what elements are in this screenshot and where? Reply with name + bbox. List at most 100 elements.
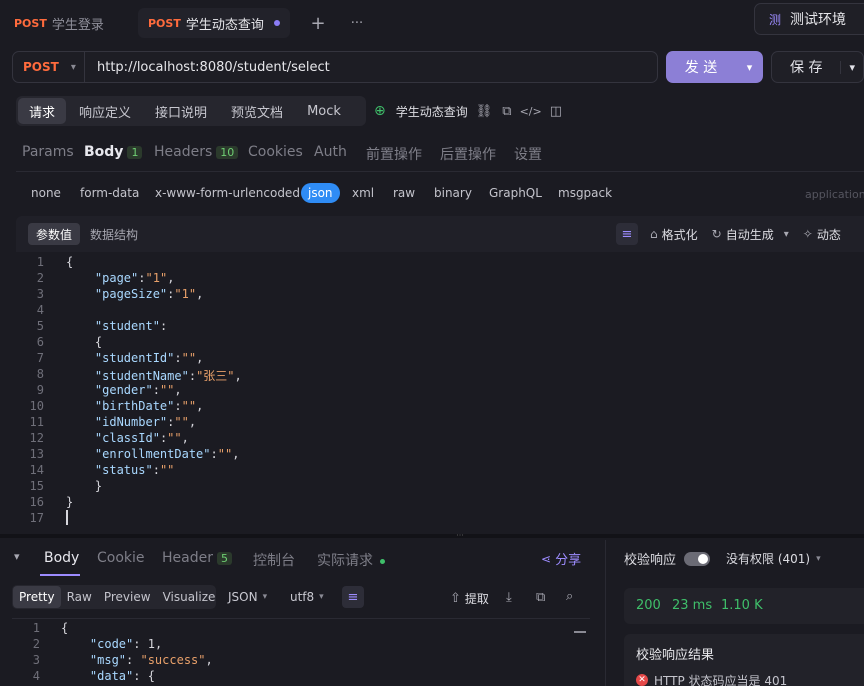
method-label: POST	[23, 60, 59, 74]
copy-icon[interactable]: ⧉	[502, 104, 511, 119]
tab-body-label: Body	[84, 144, 124, 160]
collapse-chevron-icon[interactable]: ▾	[14, 550, 20, 563]
url-input[interactable]: http://localhost:8080/student/select	[85, 60, 330, 75]
editor-toolbar: 参数值 数据结构 ≡ ⌂ 格式化 ↻ 自动生成 ▾ ✧ 动态	[16, 216, 864, 252]
tab-body[interactable]: Body 1	[84, 144, 143, 160]
dynamic-value-button[interactable]: 动态	[817, 226, 841, 243]
line-number: 9	[36, 383, 44, 397]
env-label: 测试环境	[790, 12, 847, 28]
wrap-lines-icon[interactable]: ≡	[342, 586, 364, 608]
tab-post-ops[interactable]: 后置操作	[440, 144, 496, 164]
link-icon[interactable]: ⛓	[476, 104, 493, 119]
auto-generate-button[interactable]: 自动生成	[726, 226, 774, 243]
format-preview[interactable]: Preview	[98, 586, 157, 608]
share-button[interactable]: ⋖ 分享	[541, 549, 581, 569]
tab-headers[interactable]: Headers 10	[154, 144, 239, 160]
request-subtabs: 请求 响应定义 接口说明 预览文档 Mock	[16, 96, 366, 126]
editor-tab-schema[interactable]: 数据结构	[82, 223, 146, 245]
code-line: "studentId":"",	[94, 351, 204, 365]
status-code: 200	[636, 598, 661, 613]
wrap-lines-icon[interactable]: ≡	[616, 223, 638, 245]
save-menu-chevron-icon[interactable]: ▾	[840, 60, 863, 74]
download-icon[interactable]: ⤓	[506, 590, 512, 605]
tab-params[interactable]: Params	[22, 144, 74, 160]
chevron-down-icon[interactable]: ▾	[816, 554, 821, 564]
more-tabs-icon[interactable]: ···	[346, 13, 368, 33]
format-pretty[interactable]: Pretty	[13, 586, 61, 608]
env-badge-icon: 测	[769, 12, 782, 27]
line-number: 12	[29, 431, 44, 445]
chevron-down-icon: ▾	[319, 592, 324, 602]
url-bar: POST ▾ http://localhost:8080/student/sel…	[12, 51, 658, 83]
subtab-mock[interactable]: Mock	[296, 98, 352, 124]
editor-actions: ≡ ⌂ 格式化 ↻ 自动生成 ▾ ✧ 动态	[616, 223, 841, 245]
subtab-request[interactable]: 请求	[18, 98, 67, 124]
code-icon[interactable]: </>	[520, 105, 542, 118]
response-tab-header[interactable]: Header 5	[162, 550, 232, 566]
save-button[interactable]: 保 存 ▾	[771, 51, 864, 83]
encoding-label: utf8	[290, 590, 315, 604]
body-editor[interactable]: 1 {2 "page":"1", 3 "pageSize":"1", 4 5 "stud…	[16, 252, 864, 532]
chevron-down-icon: ▾	[70, 61, 76, 73]
body-type-none[interactable]: none	[31, 186, 61, 200]
search-icon[interactable]: ⌕	[566, 589, 573, 604]
method-select[interactable]: POST ▾	[13, 52, 85, 82]
line-number: 16	[29, 495, 44, 509]
globe-icon: ⊕	[374, 103, 386, 119]
body-type-json[interactable]: json	[301, 183, 340, 203]
split-handle[interactable]: ···	[0, 532, 864, 540]
body-type-urlencoded[interactable]: x-www-form-urlencoded	[155, 186, 300, 200]
chevron-down-icon: ▾	[262, 592, 268, 602]
text-cursor	[66, 510, 68, 525]
editor-tab-values[interactable]: 参数值	[28, 223, 81, 245]
tab-settings[interactable]: 设置	[514, 144, 542, 164]
tab-pre-ops[interactable]: 前置操作	[366, 144, 422, 164]
response-tab-body[interactable]: Body	[44, 550, 79, 566]
line-number: 15	[29, 479, 44, 493]
validation-toggle[interactable]	[684, 551, 711, 566]
new-tab-plus-icon[interactable]: +	[308, 13, 328, 34]
chevron-down-icon[interactable]: ▾	[784, 229, 789, 240]
api-name-row: ⊕ 学生动态查询 ⛓ ⧉ </> ◫	[374, 102, 562, 120]
body-type-msgpack[interactable]: msgpack	[558, 186, 612, 200]
subtab-api-doc[interactable]: 接口说明	[144, 98, 218, 124]
panel-icon[interactable]: ◫	[550, 104, 562, 119]
response-tab-console[interactable]: 控制台	[253, 550, 295, 570]
response-size: 1.10 K	[721, 598, 763, 613]
tab-auth[interactable]: Auth	[314, 144, 347, 160]
send-label: 发 送	[684, 60, 718, 76]
response-encoding-select[interactable]: utf8 ▾	[290, 590, 324, 604]
response-language-select[interactable]: JSON ▾	[228, 590, 267, 604]
send-menu-chevron-icon[interactable]: ▾	[736, 61, 763, 74]
extract-button[interactable]: ⇧ 提取	[450, 590, 489, 607]
subtab-response-def[interactable]: 响应定义	[68, 98, 142, 124]
response-tab-cookie[interactable]: Cookie	[97, 550, 145, 566]
send-button[interactable]: 发 送 ▾	[666, 51, 763, 83]
response-tab-actual-request[interactable]: 实际请求	[317, 550, 385, 570]
environment-selector[interactable]: 测 测试环境	[754, 3, 864, 35]
format-visualize[interactable]: Visualize	[157, 586, 222, 608]
subtab-preview-doc[interactable]: 预览文档	[220, 98, 294, 124]
format-button[interactable]: 格式化	[662, 226, 698, 243]
tab-cookies[interactable]: Cookies	[248, 144, 303, 160]
body-type-form-data[interactable]: form-data	[80, 186, 139, 200]
tab-student-query[interactable]: POST 学生动态查询	[138, 8, 290, 38]
response-body[interactable]: 1 {2 "code": 1, 3 "msg": "success", 4 "data…	[12, 618, 590, 686]
format-raw[interactable]: Raw	[61, 586, 98, 608]
code-line: "idNumber":"",	[94, 415, 197, 429]
validation-result-card: 校验响应结果 ✕ HTTP 状态码应当是 401	[624, 634, 864, 686]
body-type-binary[interactable]: binary	[434, 186, 472, 200]
body-type-xml[interactable]: xml	[352, 186, 374, 200]
api-name[interactable]: 学生动态查询	[396, 103, 468, 120]
tab-title: 学生登录	[51, 17, 104, 33]
line-number: 6	[36, 335, 44, 349]
permission-select[interactable]: 没有权限 (401)	[726, 550, 810, 567]
scrollbar-thumb[interactable]	[574, 619, 586, 633]
validation-toggle-row: 校验响应 没有权限 (401) ▾	[624, 549, 821, 568]
body-type-graphql[interactable]: GraphQL	[489, 186, 542, 200]
body-type-raw[interactable]: raw	[393, 186, 415, 200]
tab-student-login[interactable]: POST 学生登录	[4, 8, 114, 38]
divider	[16, 171, 864, 172]
line-number: 14	[29, 463, 44, 477]
copy-icon[interactable]: ⧉	[536, 590, 545, 605]
